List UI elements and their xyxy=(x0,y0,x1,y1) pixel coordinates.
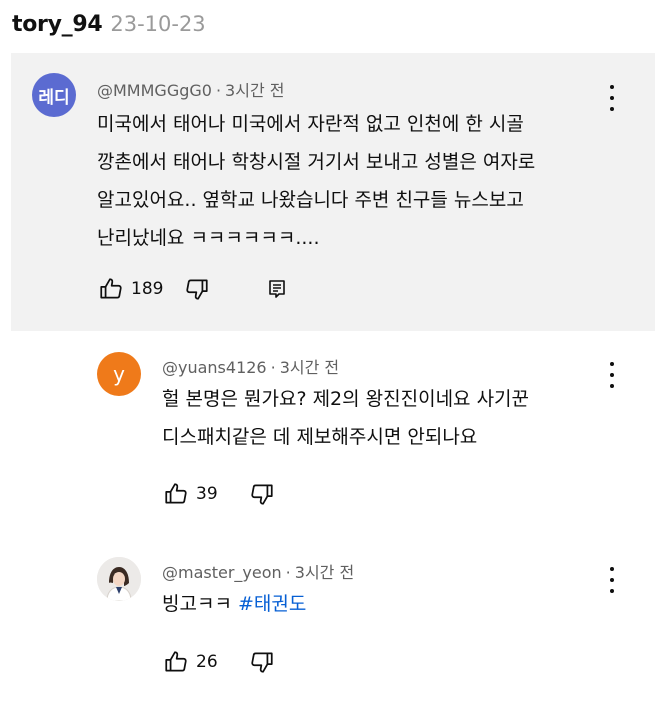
comment-handle[interactable]: @MMMGGgG0 xyxy=(97,81,212,100)
avatar[interactable]: 레디 xyxy=(32,73,76,117)
hashtag-link[interactable]: #태권도 xyxy=(238,593,306,615)
comment-meta: @master_yeon · 3시간 전 xyxy=(162,563,355,582)
comment-line: 헐 본명은 뭔가요? 제2의 왕진진이네요 사기꾼 xyxy=(162,388,530,410)
comment-text: 헐 본명은 뭔가요? 제2의 왕진진이네요 사기꾼 디스패치같은 데 제보해주시… xyxy=(162,380,529,456)
comment-meta: @yuans4126 · 3시간 전 xyxy=(162,358,340,377)
more-options-icon[interactable] xyxy=(606,362,618,388)
comment-card-highlighted: 레디 @MMMGGgG0 · 3시간 전 미국에서 태어나 미국에서 자란적 없고 … xyxy=(11,53,655,331)
reply-comment: @master_yeon · 3시간 전 빙고ㅋㅋ #태권도 26 xyxy=(0,545,658,720)
comment-line: 알고있어요.. 옆학교 나왔습니다 주변 친구들 뉴스보고 xyxy=(97,189,524,211)
avatar-initials: y xyxy=(113,362,125,386)
thumbs-down-icon[interactable] xyxy=(248,648,276,676)
comment-handle[interactable]: @yuans4126 xyxy=(162,358,267,377)
thumbs-down-icon[interactable] xyxy=(183,275,211,303)
avatar[interactable]: y xyxy=(97,352,141,396)
thumbs-down-icon[interactable] xyxy=(248,480,276,508)
avatar-initials: 레디 xyxy=(38,87,70,108)
post-header: tory_94 23-10-23 xyxy=(12,12,206,46)
comment-time: 3시간 전 xyxy=(279,358,340,377)
comment-line: 디스패치같은 데 제보해주시면 안되나요 xyxy=(162,426,478,448)
comment-time: 3시간 전 xyxy=(294,563,355,582)
comment-line: 깡촌에서 태어나 학창시절 거기서 보내고 성별은 여자로 xyxy=(97,151,536,173)
like-count: 39 xyxy=(196,484,218,504)
reply-icon[interactable] xyxy=(263,275,291,303)
comment-meta: @MMMGGgG0 · 3시간 전 xyxy=(97,81,285,100)
comment-line: 미국에서 태어나 미국에서 자란적 없고 인천에 한 시골 xyxy=(97,113,524,135)
more-options-icon[interactable] xyxy=(606,85,618,111)
thumbs-up-icon[interactable] xyxy=(97,275,125,303)
author-username[interactable]: tory_94 xyxy=(12,12,103,37)
avatar-photo xyxy=(97,557,141,601)
comment-time: 3시간 전 xyxy=(225,81,285,100)
comment-actions: 39 xyxy=(162,479,276,509)
comment-text: 빙고ㅋㅋ #태권도 xyxy=(162,585,306,623)
comment-actions: 189 xyxy=(97,274,291,304)
avatar[interactable] xyxy=(97,557,141,601)
like-count: 26 xyxy=(196,652,218,672)
thumbs-up-icon[interactable] xyxy=(162,648,190,676)
comment-line: 빙고ㅋㅋ xyxy=(162,593,232,615)
more-options-icon[interactable] xyxy=(606,567,618,593)
like-count: 189 xyxy=(131,279,164,299)
reply-comment: y @yuans4126 · 3시간 전 헐 본명은 뭔가요? 제2의 왕진진이네요… xyxy=(0,340,658,530)
post-date: 23-10-23 xyxy=(110,12,206,36)
comment-text: 미국에서 태어나 미국에서 자란적 없고 인천에 한 시골 깡촌에서 태어나 학… xyxy=(97,105,535,257)
comment-handle[interactable]: @master_yeon xyxy=(162,563,282,582)
thumbs-up-icon[interactable] xyxy=(162,480,190,508)
comment-line: 난리났네요 ㅋㅋㅋㅋㅋㅋ.... xyxy=(97,227,320,249)
comment-actions: 26 xyxy=(162,647,276,677)
